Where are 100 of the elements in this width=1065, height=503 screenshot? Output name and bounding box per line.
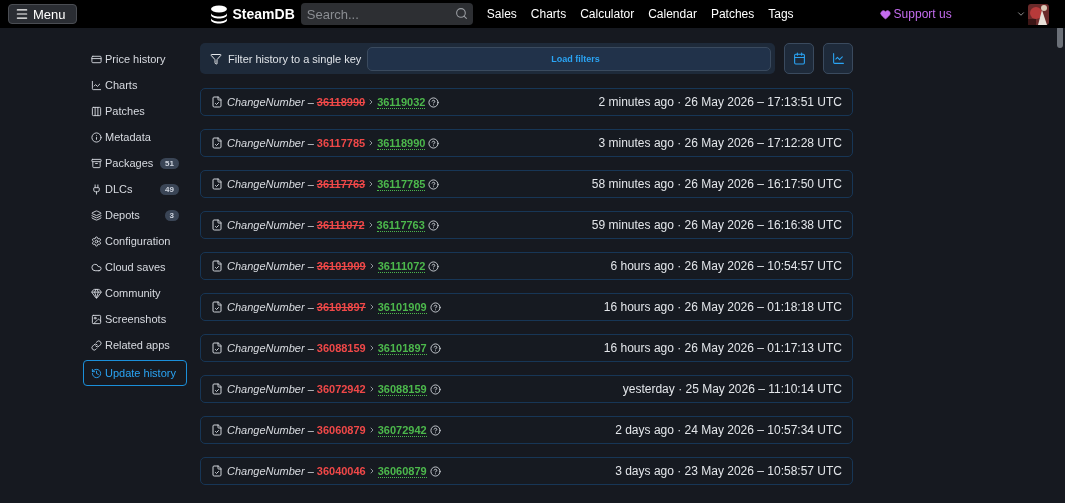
scrollbar[interactable]: [1057, 26, 1063, 48]
count-badge: 49: [160, 183, 179, 195]
nav-link[interactable]: Calculator: [580, 7, 635, 21]
old-value: 36088159: [316, 342, 366, 354]
layers-icon: [91, 209, 102, 221]
old-value: 36111072: [316, 219, 365, 231]
filter-label: Filter history to a single key: [228, 52, 362, 65]
search-icon: [454, 7, 468, 20]
support-link[interactable]: Support us: [879, 7, 952, 21]
calendar-button[interactable]: [784, 43, 814, 74]
new-value[interactable]: 36117785: [377, 177, 426, 191]
nav-link[interactable]: Sales: [486, 7, 517, 21]
key-name: ChangeNumber: [227, 424, 305, 436]
new-value[interactable]: 36101909: [377, 300, 427, 314]
timestamp: 16 hours ago · 26 May 2026 – 01:17:13 UTC: [603, 341, 842, 355]
help-icon[interactable]: [429, 342, 441, 354]
sidebar-item[interactable]: Cloud saves: [83, 256, 187, 278]
card-icon: [91, 53, 102, 65]
key-name: ChangeNumber: [227, 260, 305, 272]
key-name: ChangeNumber: [227, 178, 305, 190]
sidebar-item[interactable]: Configuration: [83, 230, 187, 252]
old-value: 36060879: [316, 424, 366, 436]
sidebar-item[interactable]: Patches: [83, 100, 187, 122]
timestamp: 6 hours ago · 26 May 2026 – 10:54:57 UTC: [610, 259, 842, 273]
new-value[interactable]: 36060879: [377, 464, 427, 478]
key-name: ChangeNumber: [227, 96, 305, 108]
nav-link[interactable]: Charts: [530, 7, 567, 21]
new-value[interactable]: 36101897: [377, 341, 427, 355]
filter-icon: [210, 52, 222, 65]
link-icon: [91, 339, 102, 351]
dash: –: [307, 424, 314, 436]
new-value[interactable]: 36088159: [377, 382, 427, 396]
sidebar-item[interactable]: Update history: [83, 360, 187, 386]
timestamp: 3 days ago · 23 May 2026 – 10:58:57 UTC: [615, 464, 842, 478]
help-icon[interactable]: [428, 96, 440, 108]
sidebar-item[interactable]: Depots 3: [83, 204, 187, 226]
sidebar-item[interactable]: Metadata: [83, 126, 187, 148]
help-icon[interactable]: [429, 424, 441, 436]
count-badge: 3: [164, 209, 179, 221]
nav-link[interactable]: Patches: [710, 7, 755, 21]
file-check-icon: [211, 96, 223, 108]
load-filters-button[interactable]: Load filters: [367, 46, 771, 71]
sidebar-item[interactable]: DLCs 49: [83, 178, 187, 200]
archive-icon: [91, 157, 102, 169]
info-icon: [91, 131, 102, 143]
dash: –: [307, 342, 314, 354]
sidebar-item[interactable]: Related apps: [83, 334, 187, 356]
help-icon[interactable]: [429, 301, 441, 313]
new-value[interactable]: 36111072: [377, 259, 426, 273]
gem-icon: [91, 287, 102, 299]
help-icon[interactable]: [429, 465, 441, 477]
key-name: ChangeNumber: [227, 383, 305, 395]
file-check-icon: [211, 219, 223, 231]
file-check-icon: [211, 342, 223, 354]
chart-button[interactable]: [823, 43, 853, 74]
old-value: 36118990: [316, 96, 366, 108]
file-check-icon: [211, 137, 223, 149]
dash: –: [307, 383, 314, 395]
help-icon[interactable]: [428, 178, 440, 190]
key-name: ChangeNumber: [227, 301, 305, 313]
file-check-icon: [211, 383, 223, 395]
file-check-icon: [211, 301, 223, 313]
timestamp: yesterday · 25 May 2026 – 11:10:14 UTC: [622, 382, 842, 396]
logo-icon: [208, 4, 229, 24]
file-check-icon: [211, 424, 223, 436]
search-field[interactable]: Search...: [300, 3, 473, 25]
new-value[interactable]: 36117763: [376, 218, 425, 232]
key-name: ChangeNumber: [227, 465, 305, 477]
menu-button[interactable]: Menu: [8, 4, 77, 24]
count-badge: 51: [160, 157, 179, 169]
new-value[interactable]: 36119032: [377, 95, 426, 109]
cloud-icon: [91, 261, 102, 273]
heart-icon: [879, 8, 891, 20]
logo-text[interactable]: SteamDB: [232, 6, 295, 22]
help-icon[interactable]: [429, 383, 441, 395]
file-check-icon: [211, 178, 223, 190]
nav-link[interactable]: Tags: [768, 7, 794, 21]
timestamp: 58 minutes ago · 26 May 2026 – 16:17:50 UTC: [591, 177, 842, 191]
sidebar-item[interactable]: Screenshots: [83, 308, 187, 330]
caret-icon[interactable]: [1016, 9, 1026, 19]
chart-icon: [91, 79, 102, 91]
new-value[interactable]: 36118990: [377, 136, 426, 150]
sidebar-item[interactable]: Charts: [83, 74, 187, 96]
nav-link[interactable]: Calendar: [648, 7, 697, 21]
key-name: ChangeNumber: [227, 137, 305, 149]
timestamp: 3 minutes ago · 26 May 2026 – 17:12:28 UTC: [598, 136, 842, 150]
dash: –: [307, 96, 314, 108]
dash: –: [307, 465, 314, 477]
old-value: 36040046: [316, 465, 366, 477]
dash: –: [307, 260, 314, 272]
help-icon[interactable]: [428, 260, 440, 272]
help-icon[interactable]: [428, 137, 440, 149]
old-value: 36117785: [316, 137, 366, 149]
sidebar-item[interactable]: Price history: [83, 48, 187, 70]
sidebar-item[interactable]: Packages 51: [83, 152, 187, 174]
sidebar-item[interactable]: Community: [83, 282, 187, 304]
history-icon: [91, 367, 102, 379]
help-icon[interactable]: [427, 219, 439, 231]
timestamp: 2 days ago · 24 May 2026 – 10:57:34 UTC: [615, 423, 842, 437]
new-value[interactable]: 36072942: [377, 423, 427, 437]
